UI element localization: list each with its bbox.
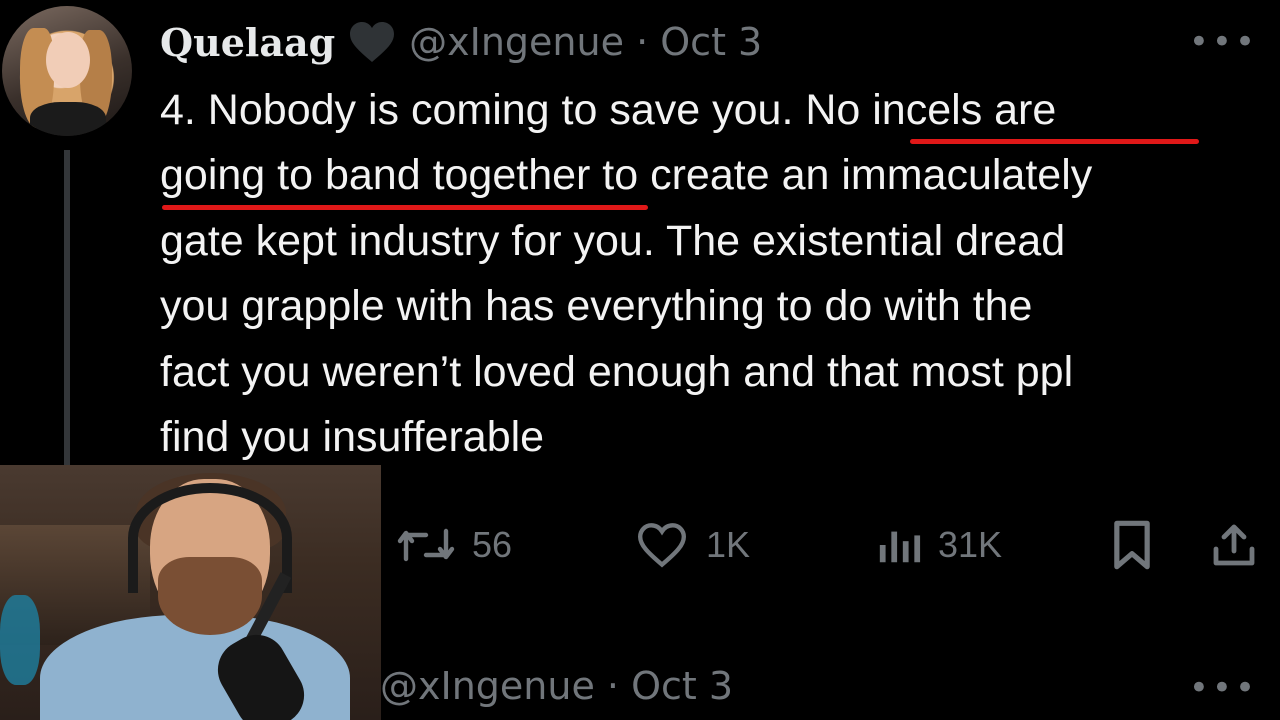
tweet-line-5: fact you weren’t loved enough and that m…	[160, 347, 1074, 396]
avatar-face	[46, 32, 90, 88]
views-count: 31K	[938, 524, 1003, 565]
author-avatar[interactable]	[2, 6, 132, 136]
views-icon	[879, 531, 921, 563]
tweet-date[interactable]: Oct 3	[660, 20, 762, 64]
meta-separator: ·	[636, 20, 649, 64]
like-button[interactable]: 1K	[634, 512, 750, 578]
bookmark-icon	[1114, 520, 1150, 570]
like-count: 1K	[706, 524, 751, 565]
more-options-icon[interactable]: •••	[1189, 22, 1258, 62]
tweet-text-segment: 4. Nobody is coming to save you.	[160, 86, 806, 134]
tweet-text-segment: to create an immaculately	[590, 151, 1093, 200]
author-handle[interactable]: @xIngenue	[409, 20, 624, 64]
meta-separator: ·	[606, 664, 620, 708]
share-icon	[1213, 524, 1255, 566]
headset	[128, 483, 292, 593]
share-button[interactable]	[1210, 512, 1258, 578]
highlight-underline	[910, 139, 1199, 144]
highlight-underline	[162, 205, 648, 210]
reply-handle[interactable]: @xIngenue	[380, 664, 595, 708]
views-button[interactable]: 31K	[876, 512, 1002, 578]
highlighted-phrase: going to band together	[160, 151, 591, 200]
tweet-line-6: find you insufferable	[160, 412, 545, 461]
reply-date[interactable]: Oct 3	[631, 664, 733, 708]
author-display-name[interactable]: Quelaag	[160, 20, 335, 65]
tweet-line-4: you grapple with has everything to do wi…	[160, 282, 1033, 331]
retweet-button[interactable]: 56	[396, 512, 512, 578]
reply-more-options-icon[interactable]: •••	[1189, 668, 1258, 708]
tweet-screenshot: Quelaag @xIngenue · Oct 3 ••• 4. Nobody …	[0, 0, 1280, 720]
tweet-action-bar: 56 1K 31K	[380, 512, 1280, 578]
tweet-line-2: going to band together to create an imma…	[160, 143, 1275, 208]
thread-line	[64, 150, 70, 465]
tweet-text: 4. Nobody is coming to save you. No ince…	[160, 78, 1275, 470]
bookmark-button[interactable]	[1110, 512, 1154, 578]
streamer-webcam-overlay	[0, 465, 381, 720]
like-icon	[637, 523, 687, 568]
tweet-header: Quelaag @xIngenue · Oct 3	[160, 12, 762, 72]
tweet-line-1: 4. Nobody is coming to save you. No ince…	[160, 78, 1275, 143]
author-meta: @xIngenue · Oct 3	[409, 20, 762, 64]
reply-header: @xIngenue · Oct 3	[380, 656, 733, 716]
retweet-count: 56	[472, 524, 513, 565]
background-lamp	[0, 595, 40, 685]
retweet-icon	[397, 528, 455, 562]
tweet-line-3: gate kept industry for you. The existent…	[160, 216, 1066, 265]
highlighted-phrase: No incels are	[805, 86, 1057, 134]
avatar-body	[30, 102, 106, 136]
reply-meta: @xIngenue · Oct 3	[380, 664, 733, 708]
heart-icon	[350, 22, 395, 62]
